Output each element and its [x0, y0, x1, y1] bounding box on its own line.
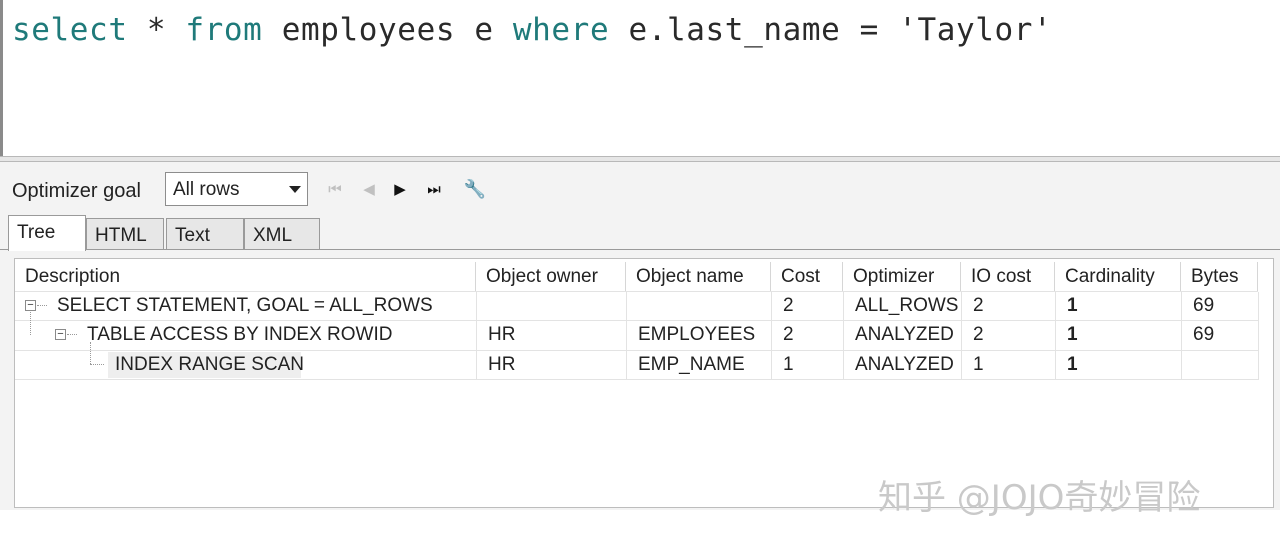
tree-connector [90, 364, 104, 366]
column-header-bytes[interactable]: Bytes [1181, 262, 1258, 292]
sql-operator: = [859, 12, 879, 48]
watermark-text: 知乎 @JOJO奇妙冒险 [878, 478, 1201, 518]
cell-object-owner: HR [488, 354, 516, 375]
tab-tree[interactable]: Tree [8, 215, 86, 251]
cell-cardinality: 1 [1067, 295, 1078, 316]
cell-io-cost: 1 [973, 354, 984, 375]
collapse-icon[interactable]: − [25, 300, 36, 311]
cell-object-name: EMPLOYEES [638, 324, 756, 345]
column-divider [1258, 292, 1259, 380]
cell-io-cost: 2 [973, 324, 984, 345]
column-header-optimizer[interactable]: Optimizer [843, 262, 961, 292]
cell-cost: 2 [783, 324, 794, 345]
cell-description: TABLE ACCESS BY INDEX ROWID [87, 324, 393, 345]
dropdown-arrow-icon [289, 186, 301, 193]
column-header-cardinality[interactable]: Cardinality [1055, 262, 1181, 292]
sql-keyword-select: select [12, 12, 128, 48]
cell-optimizer: ALL_ROWS [855, 295, 959, 316]
cell-optimizer: ANALYZED [855, 324, 954, 345]
column-header-description[interactable]: Description [15, 262, 476, 292]
cell-optimizer: ANALYZED [855, 354, 954, 375]
sql-table: employees [281, 12, 456, 48]
cell-description: INDEX RANGE SCAN [115, 354, 304, 375]
tab-text[interactable]: Text [166, 218, 244, 250]
sql-star: * [146, 12, 167, 48]
cell-object-name: EMP_NAME [638, 354, 745, 375]
cell-cardinality: 1 [1067, 354, 1078, 375]
cell-io-cost: 2 [973, 295, 984, 316]
cell-bytes [1181, 350, 1193, 380]
wrench-icon[interactable]: 🔧 [462, 179, 488, 199]
sql-column: e.last_name [628, 12, 841, 48]
tab-xml[interactable]: XML [244, 218, 320, 250]
column-header-cost[interactable]: Cost [771, 262, 843, 292]
tab-html[interactable]: HTML [86, 218, 164, 250]
optimizer-goal-select[interactable]: All rows [165, 172, 308, 206]
collapse-icon[interactable]: − [55, 329, 66, 340]
cell-object-owner: HR [488, 324, 516, 345]
sql-string-literal: 'Taylor' [898, 12, 1053, 48]
cell-cost: 2 [783, 295, 794, 316]
sql-keyword-where: where [512, 12, 610, 48]
sql-keyword-from: from [185, 12, 263, 48]
cell-cost: 1 [783, 354, 794, 375]
column-header-object-owner[interactable]: Object owner [476, 262, 626, 292]
optimizer-goal-value: All rows [173, 179, 240, 200]
column-header-object-name[interactable]: Object name [626, 262, 771, 292]
last-record-icon[interactable]: ⏭ [423, 179, 445, 199]
tree-connector [30, 312, 32, 335]
optimizer-goal-label: Optimizer goal [12, 180, 141, 202]
cell-description: SELECT STATEMENT, GOAL = ALL_ROWS [57, 295, 433, 316]
cell-object-name [626, 291, 638, 321]
sql-alias: e [474, 12, 494, 48]
cell-bytes: 69 [1193, 295, 1215, 316]
cell-cardinality: 1 [1067, 324, 1078, 345]
sql-text[interactable]: select * from employees e where e.last_n… [12, 12, 1052, 48]
first-record-icon[interactable]: ⏮ [326, 179, 344, 199]
cell-bytes: 69 [1193, 324, 1215, 345]
previous-record-icon[interactable]: ◀ [360, 179, 378, 199]
column-header-io-cost[interactable]: IO cost [961, 262, 1055, 292]
sql-editor[interactable]: select * from employees e where e.last_n… [0, 0, 1280, 156]
next-record-icon[interactable]: ▶ [391, 179, 409, 199]
cell-object-owner [476, 291, 488, 321]
